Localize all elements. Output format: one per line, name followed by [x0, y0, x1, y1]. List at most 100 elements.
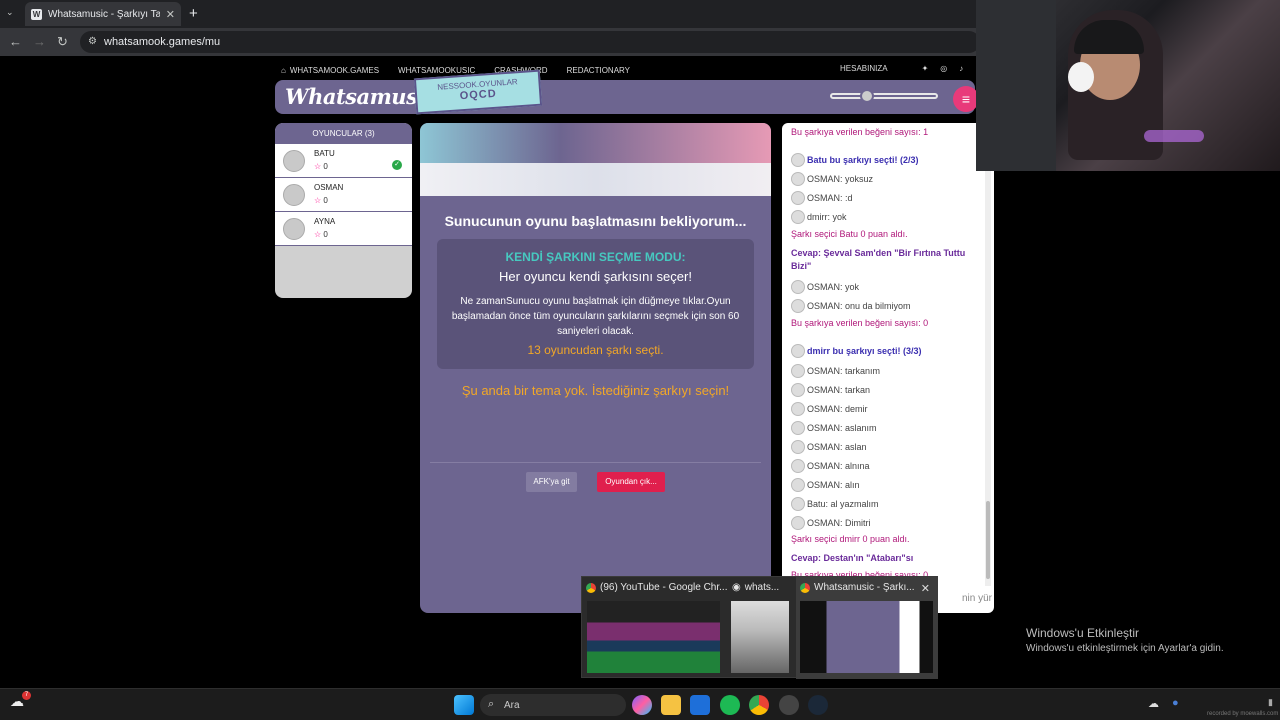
show-desktop-icon[interactable]: ▮: [1268, 697, 1273, 708]
volume-knob[interactable]: [860, 89, 874, 103]
player-score-value: 0: [323, 230, 328, 239]
leave-game-button[interactable]: Oyundan çık...: [597, 472, 665, 492]
chat-message-text: dmirr bu şarkıyı seçti! (3/3): [807, 346, 922, 356]
player-score: ☆ 0: [314, 162, 328, 171]
chat-avatar: [791, 440, 805, 454]
site-info-icon[interactable]: ⚙: [88, 36, 97, 47]
chat-message-text: OSMAN: Dimitri: [807, 518, 871, 528]
chat-avatar: [791, 497, 805, 511]
preview-whatsamusic[interactable]: Whatsamusic - Şarkı... ✕: [796, 577, 938, 679]
chat-message: dmirr bu şarkıyı seçti! (3/3): [791, 344, 922, 358]
nav-link-redactionary[interactable]: REDACTIONARY: [567, 66, 630, 75]
taskbar-previews: (96) YouTube - Google Chr... ◉ whats... W…: [581, 576, 938, 679]
chat-message: Bu şarkıya verilen beğeni sayısı: 0: [791, 318, 928, 328]
chrome-icon: [586, 582, 596, 593]
bookshelf: [976, 0, 1056, 171]
scroll-thumb[interactable]: [986, 501, 990, 579]
volume-slider[interactable]: [830, 89, 938, 103]
star-icon: ☆: [314, 162, 322, 171]
chat-message: Şarkı seçici Batu 0 puan aldı.: [791, 229, 908, 239]
chat-message-text: dmirr: yok: [807, 212, 847, 222]
home-icon[interactable]: ⌂: [281, 66, 286, 75]
chat-avatar: [791, 516, 805, 530]
chat-avatar: [791, 210, 805, 224]
ready-check-icon: ✓: [392, 160, 402, 170]
player-name: BATU: [314, 149, 335, 158]
tab-favicon-icon: W: [31, 8, 42, 20]
divider: [430, 462, 761, 463]
preview-thumbnail: [731, 601, 789, 673]
chat-message: Cevap: Destan'ın "Atabarı"sı: [791, 552, 981, 565]
tab-search-icon[interactable]: ⌄: [6, 7, 14, 18]
nav-link-games[interactable]: WHATSAMOOK.GAMES: [290, 66, 379, 75]
preview-whatsamook[interactable]: ◉ whats...: [728, 577, 792, 679]
chat-avatar: [791, 172, 805, 186]
chat-avatar: [791, 364, 805, 378]
chat-message: OSMAN: Dimitri: [791, 516, 871, 530]
chat-message-text: Batu: al yazmalım: [807, 499, 879, 509]
star-icon: ☆: [314, 196, 322, 205]
preview-title-text: Whatsamusic - Şarkı...: [814, 582, 915, 593]
twitter-icon[interactable]: ✦: [922, 64, 929, 73]
chat-message-text: OSMAN: aslan: [807, 442, 867, 452]
chat-message-text: OSMAN: aslanım: [807, 423, 877, 433]
chat-avatar: [791, 421, 805, 435]
tab-title: Whatsamusic - Şarkıyı Tahmin Et: [48, 8, 160, 20]
reload-icon[interactable]: ↻: [57, 34, 68, 50]
chat-message-text: Cevap: Destan'ın "Atabarı"sı: [791, 553, 914, 563]
tiktok-icon[interactable]: ♪: [959, 64, 963, 73]
chat-message-text: Şarkı seçici dmirr 0 puan aldı.: [791, 534, 910, 544]
steam-icon[interactable]: [808, 695, 828, 715]
url-text: whatsamook.games/mu: [104, 36, 221, 48]
tray-mic-icon[interactable]: ●: [1172, 697, 1179, 709]
chat-message: OSMAN: :d: [791, 191, 853, 205]
mode-description: Ne zamanSunucu oyunu başlatmak için düğm…: [451, 296, 740, 337]
preview-title: ◉ whats...: [732, 582, 779, 593]
preview-close-icon[interactable]: ✕: [921, 582, 930, 595]
instagram-icon[interactable]: ◎: [940, 64, 947, 73]
address-bar[interactable]: ⚙ whatsamook.games/mu: [80, 31, 980, 53]
chat-scrollbar[interactable]: [985, 123, 991, 586]
app-taskbar-icon[interactable]: [779, 695, 799, 715]
account-area: HESABINIZA ✦ ◎ ♪: [840, 64, 963, 73]
chat-message-text: OSMAN: yoksuz: [807, 174, 874, 184]
spotify-icon[interactable]: [720, 695, 740, 715]
new-tab-button[interactable]: +: [189, 5, 198, 22]
nav-link-music[interactable]: WHATSAMOOKUSIC: [398, 66, 475, 75]
site-banner: Whatsamusic NESSOOK.OYUNLAR OQCD ≡: [275, 69, 979, 115]
weather-widget[interactable]: ☁ 7: [10, 691, 31, 710]
store-icon[interactable]: [690, 695, 710, 715]
chat-avatar: [791, 299, 805, 313]
back-icon[interactable]: ←: [9, 34, 22, 49]
chrome-taskbar-icon[interactable]: [749, 695, 769, 715]
start-icon[interactable]: [454, 695, 474, 715]
player-score-value: 0: [323, 196, 328, 205]
preview-youtube[interactable]: (96) YouTube - Google Chr...: [582, 577, 728, 679]
activate-description: Windows'u etkinleştirmek için Ayarlar'a …: [1026, 643, 1224, 654]
players-panel: OYUNCULAR (3) BATU ☆ 0 ✓ OSMAN ☆ 0 AYNA …: [275, 123, 412, 298]
tab-close-icon[interactable]: ✕: [166, 8, 175, 21]
chat-message: OSMAN: demir: [791, 402, 868, 416]
afk-button[interactable]: AFK'ya git: [526, 472, 577, 492]
chat-avatar: [791, 402, 805, 416]
tray-icon[interactable]: ☁: [1148, 697, 1159, 710]
mode-title: KENDİ ŞARKINI SEÇME MODU:: [505, 250, 686, 264]
chat-message: OSMAN: alnına: [791, 459, 870, 473]
app-icon: ◉: [732, 582, 741, 593]
browser-tab-active[interactable]: W Whatsamusic - Şarkıyı Tahmin Et ✕: [25, 2, 181, 26]
taskbar-search[interactable]: ⌕ Ara: [480, 694, 626, 716]
account-link[interactable]: HESABINIZA: [840, 64, 888, 73]
avatar: [283, 150, 305, 172]
chat-message-text: OSMAN: alnına: [807, 461, 870, 471]
chat-message: OSMAN: onu da bilmiyom: [791, 299, 911, 313]
chat-input[interactable]: nin yür: [962, 593, 992, 604]
chat-avatar: [791, 344, 805, 358]
file-explorer-icon[interactable]: [661, 695, 681, 715]
avatar: [283, 184, 305, 206]
copilot-icon[interactable]: [632, 695, 652, 715]
forward-icon[interactable]: →: [33, 34, 46, 49]
site-top-nav: ⌂ WHATSAMOOK.GAMES WHATSAMOOKUSIC CRASHW…: [281, 64, 971, 76]
preview-title: (96) YouTube - Google Chr...: [586, 582, 728, 593]
star-icon: ☆: [314, 230, 322, 239]
chat-message-text: OSMAN: onu da bilmiyom: [807, 301, 911, 311]
